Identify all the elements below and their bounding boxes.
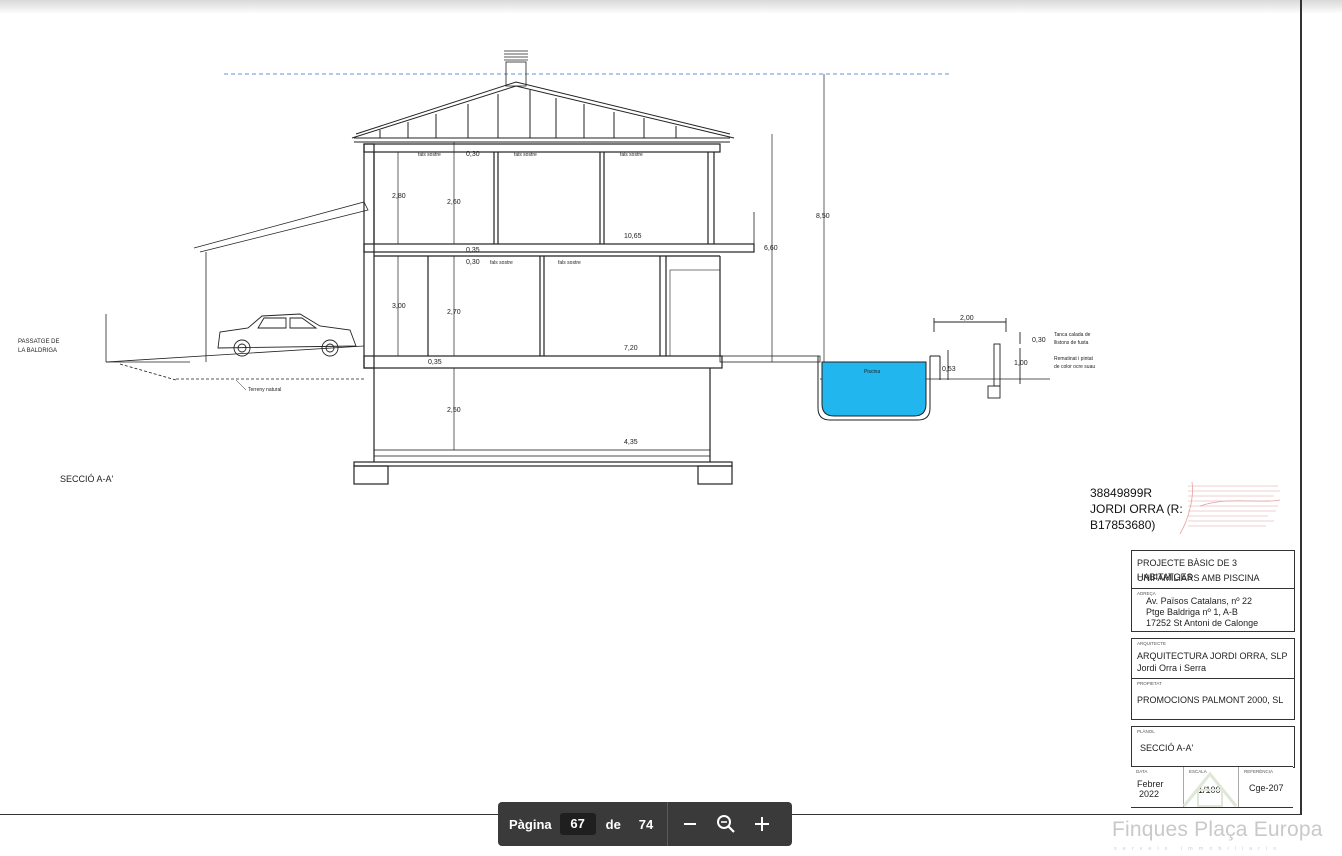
magnifier-icon [717,815,736,833]
dim-top-clear-height: 2,60 [447,199,461,206]
date-label: DATA [1136,769,1148,774]
section-title: SECCIÓ A-A' [60,474,114,484]
chimney [504,50,528,87]
dim-fence-height: 1,00 [1014,360,1028,367]
reference-value: Cge-207 [1249,783,1284,793]
owner-label: PROPIETAT [1137,681,1162,686]
architect-label: ARQUITECTE [1137,641,1167,646]
reference-cell: REFERÈNCIA Cge-207 [1239,767,1293,807]
plan-box: PLÀNOL SECCIÓ A-A' [1131,726,1295,768]
level-base: 4,35 [624,439,638,446]
address-line-1: Av. Països Catalans, nº 22 [1146,596,1253,606]
minus-icon [684,823,697,825]
dim-total-height: 8,50 [816,213,830,220]
fence-note-1: Tanca calada de [1054,332,1091,338]
of-label: de [605,816,621,832]
signature-name: JORDI ORRA (R: [1090,502,1183,516]
pool-label: Piscina [864,369,880,375]
dim-mid-floor-height: 3,00 [392,303,406,310]
dim-mid-slab-b: 0,30 [466,259,480,266]
ceiling-label-1: fals sostre [418,152,441,158]
building-structure [353,143,821,485]
digital-signature: 38849899R JORDI ORRA (R: B17853680) [1090,485,1183,533]
plan-label: PLÀNOL [1137,729,1155,734]
reference-label: REFERÈNCIA [1244,769,1274,774]
signature-id: 38849899R [1090,486,1153,500]
passage-label-2: LA BALDRIGA [18,348,57,354]
architect-box: ARQUITECTE ARQUITECTURA JORDI ORRA, SLP … [1131,638,1295,680]
dim-ground-slab: 0,35 [428,359,442,366]
address-line-2: Ptge Baldriga nº 1, A-B [1146,607,1238,617]
ceiling-label-5: fals sostre [558,260,581,266]
dim-pool-edge: 0,53 [942,366,956,373]
car-illustration [217,313,357,357]
dim-mid-clear-height: 2,70 [447,309,461,316]
dim-mid-slab: 0,35 [466,247,480,254]
zoom-button[interactable] [708,802,744,846]
pool [817,355,941,421]
terrain-label: Terreny natural [248,387,281,393]
ceiling-label-4: fals sostre [490,260,513,266]
signature-scribble-icon [1179,481,1281,535]
document-viewer: 2,80 2,60 0,30 0,35 0,30 3,00 2,70 0,35 … [0,0,1342,856]
dim-top-slab: 0,30 [466,151,480,158]
dim-basement-height: 2,50 [447,407,461,414]
dim-top-floor-height: 2,80 [392,193,406,200]
project-line-2: UNIFAMILIARS AMB PISCINA [1137,573,1260,583]
neighbour-roof [193,201,369,362]
address-box: ADREÇA Av. Països Catalans, nº 22 Ptge B… [1131,588,1295,632]
dim-upper-height: 6,60 [764,245,778,252]
fence-note-2: llistons de fusta [1054,340,1089,346]
address-line-3: 17252 St Antoni de Calonge [1146,618,1259,628]
dimension-lines [397,74,825,450]
owner-line-1: PROMOCIONS PALMONT 2000, SL [1137,695,1284,705]
architect-line-2: Jordi Orra i Serra [1137,663,1207,673]
level-top: 10,65 [624,233,642,240]
roof [351,81,735,143]
zoom-in-button[interactable] [744,802,780,846]
watermark-tagline: serveis immobiliaris [1114,846,1282,852]
plus-icon [755,817,770,831]
zoom-out-button[interactable] [672,802,708,846]
date-value-2: 2022 [1139,789,1160,799]
date-cell: DATA Febrer 2022 [1131,767,1184,807]
page-toolbar: Pàgina 67 de 74 [498,802,792,846]
total-pages: 74 [638,816,654,832]
watermark-brand: Finques Plaça Europa [1112,818,1323,841]
level-mid: 7,20 [624,345,638,352]
architect-line-1: ARQUITECTURA JORDI ORRA, SLP [1137,651,1288,661]
toolbar-divider [667,802,669,846]
dim-fence-cap: 0,30 [1032,337,1046,344]
project-box: PROJECTE BÀSIC DE 3 HABITATGES UNIFAMILI… [1131,550,1295,590]
ceiling-label-2: fals sostre [514,152,537,158]
finish-note-2: de color ocre suau [1054,364,1095,370]
owner-box: PROPIETAT PROMOCIONS PALMONT 2000, SL [1131,678,1295,720]
page-indicator: Pàgina 67 de 74 [498,802,653,846]
signature-reg: B17853680) [1090,518,1156,532]
passage-label-1: PASSATGE DE [18,339,59,345]
dim-fence-width: 2,00 [960,315,974,322]
house-logo-icon [1182,771,1238,807]
page-number-input[interactable]: 67 [559,813,596,835]
plan-name: SECCIÓ A-A' [1140,743,1194,753]
finish-note-1: Rematinat i pintat [1054,356,1094,362]
fence-detail [933,318,1021,399]
page-label: Pàgina [509,816,552,832]
ceiling-label-3: fals sostre [620,152,643,158]
date-value-1: Febrer [1137,779,1164,789]
